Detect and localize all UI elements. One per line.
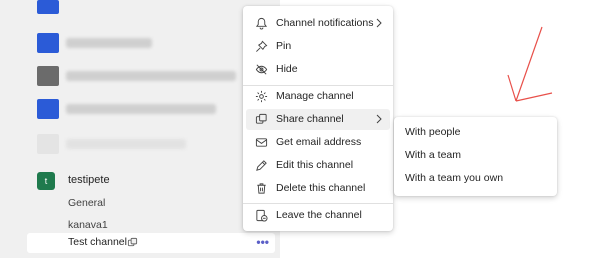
- menu-item-hide[interactable]: Hide: [246, 59, 390, 80]
- menu-item-label: Share channel: [276, 113, 344, 125]
- submenu-item-with-people[interactable]: With people: [397, 121, 554, 143]
- team-avatar[interactable]: [37, 0, 59, 14]
- chevron-right-icon: [375, 114, 382, 124]
- bell-icon: [254, 16, 269, 31]
- menu-item-edit-channel[interactable]: Edit this channel: [246, 155, 390, 176]
- blurred-team-name: [66, 104, 216, 114]
- blurred-team-name: [66, 71, 236, 81]
- menu-item-share-channel[interactable]: Share channel: [246, 109, 390, 130]
- trash-icon: [254, 181, 269, 196]
- channel-label: Test channel: [68, 236, 127, 248]
- share-channel-submenu: With people With a team With a team you …: [394, 117, 557, 196]
- team-avatar[interactable]: t: [37, 172, 55, 190]
- team-avatar[interactable]: [37, 33, 59, 53]
- gear-icon: [254, 89, 269, 104]
- pencil-icon: [254, 158, 269, 173]
- team-avatar[interactable]: [37, 134, 59, 154]
- channel-context-menu: Channel notifications Pin Hide Manage ch…: [243, 6, 393, 231]
- menu-item-manage-channel[interactable]: Manage channel: [246, 86, 390, 107]
- menu-item-get-email-address[interactable]: Get email address: [246, 132, 390, 153]
- blurred-team-name: [66, 38, 152, 48]
- menu-item-delete-channel[interactable]: Delete this channel: [246, 178, 390, 199]
- submenu-item-label: With a team you own: [405, 172, 504, 184]
- pin-icon: [254, 39, 269, 54]
- chevron-right-icon: [375, 18, 382, 28]
- channel-item-kanava1[interactable]: kanava1: [68, 219, 108, 231]
- submenu-item-label: With a team: [405, 149, 462, 161]
- menu-divider: [243, 203, 393, 204]
- shared-channel-icon: [127, 237, 138, 248]
- mail-icon: [254, 135, 269, 150]
- channel-item-test-channel[interactable]: Test channel •••: [27, 233, 275, 253]
- channel-sidebar: t testipete General kanava1 Test channel…: [0, 0, 280, 258]
- menu-item-label: Edit this channel: [276, 159, 354, 171]
- menu-item-leave-channel[interactable]: Leave the channel: [246, 205, 390, 226]
- submenu-item-label: With people: [405, 126, 461, 138]
- menu-item-label: Delete this channel: [276, 182, 366, 194]
- share-icon: [254, 112, 269, 127]
- leave-icon: [254, 208, 269, 223]
- menu-item-label: Pin: [276, 40, 292, 52]
- eye-off-icon: [254, 62, 269, 77]
- menu-item-label: Manage channel: [276, 90, 354, 102]
- team-name[interactable]: testipete: [68, 174, 110, 186]
- channel-item-general[interactable]: General: [68, 197, 105, 209]
- menu-item-channel-notifications[interactable]: Channel notifications: [246, 13, 390, 34]
- annotation-arrow: [507, 26, 553, 102]
- menu-item-label: Get email address: [276, 136, 362, 148]
- more-options-button[interactable]: •••: [256, 235, 269, 249]
- blurred-team-name: [66, 139, 186, 149]
- team-avatar[interactable]: [37, 99, 59, 119]
- submenu-item-with-a-team[interactable]: With a team: [397, 144, 554, 166]
- menu-item-label: Hide: [276, 63, 298, 75]
- menu-item-label: Leave the channel: [276, 209, 362, 221]
- team-avatar[interactable]: [37, 66, 59, 86]
- menu-item-pin[interactable]: Pin: [246, 36, 390, 57]
- menu-item-label: Channel notifications: [276, 17, 374, 29]
- submenu-item-with-a-team-you-own[interactable]: With a team you own: [397, 167, 554, 189]
